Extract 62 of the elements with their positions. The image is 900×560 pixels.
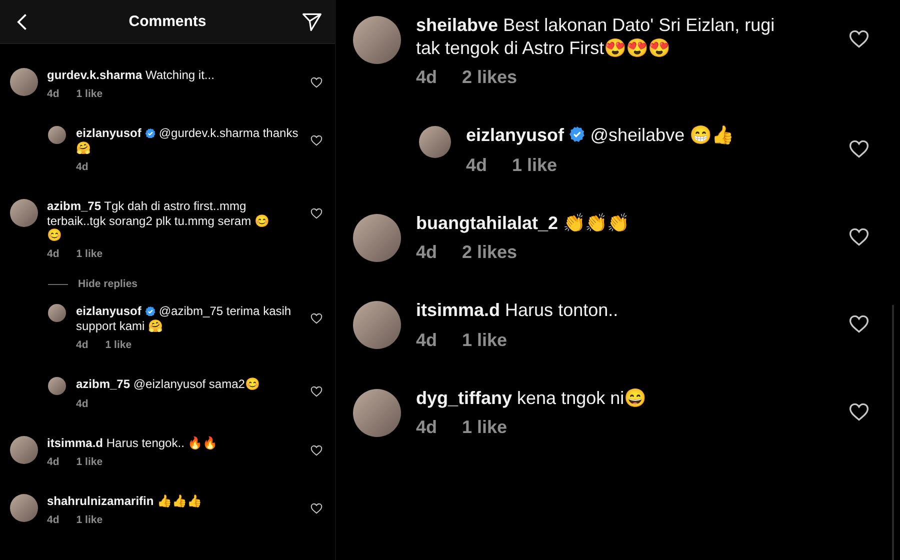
comment-text: dyg_tiffany kena tngok ni😄 [416, 386, 648, 409]
comment-text: azibm_75 @eizlanyusof sama2😊 [76, 377, 261, 392]
comment-text: azibm_75 Tgk dah di astro first..mmg terbaik..tgk sorang2 plk tu.mmg seram 😊😊 [47, 199, 270, 242]
like-count[interactable]: 1 like [462, 330, 508, 350]
comment-time: 4d [416, 330, 438, 350]
like-count[interactable]: 2 likes [462, 242, 518, 263]
heart-icon[interactable] [848, 226, 870, 248]
like-count[interactable]: 1 like [76, 248, 103, 260]
comment-text: buangtahilalat_2 👏👏👏 [416, 212, 630, 234]
comment-time: 4d [416, 417, 438, 438]
comment-text: eizlanyusof @azibm_75 terima kasih support kami 🤗 [76, 304, 292, 334]
comment-time: 4d [47, 456, 60, 468]
like-count[interactable]: 1 like [76, 88, 103, 100]
comment-text: eizlanyusof @sheilabve 😁👍 [466, 124, 735, 146]
like-count[interactable]: 1 like [76, 456, 103, 468]
comment-time: 4d [76, 161, 88, 174]
heart-icon[interactable] [310, 207, 323, 220]
comment-text: shahrulnizamarifin 👍👍👍 [47, 494, 204, 508]
heart-icon[interactable] [310, 385, 323, 398]
avatar[interactable] [353, 16, 401, 64]
send-icon[interactable] [300, 10, 323, 32]
like-count[interactable]: 1 like [512, 154, 558, 176]
comment-text: itsimma.d Harus tonton.. [416, 299, 620, 322]
heart-icon[interactable] [310, 134, 323, 148]
comment-time: 4d [76, 339, 88, 352]
heart-icon[interactable] [310, 502, 323, 515]
heart-icon[interactable] [310, 444, 323, 457]
avatar[interactable] [353, 301, 401, 349]
comment-time: 4d [416, 242, 438, 263]
avatar[interactable] [419, 126, 451, 158]
avatar[interactable] [48, 304, 66, 322]
avatar[interactable] [48, 377, 66, 396]
avatar[interactable] [353, 388, 401, 436]
avatar[interactable] [10, 436, 38, 464]
heart-icon[interactable] [848, 313, 870, 335]
like-count[interactable]: 1 like [76, 514, 103, 526]
like-count[interactable]: 1 like [105, 339, 132, 352]
heart-icon[interactable] [848, 138, 870, 160]
avatar[interactable] [353, 214, 401, 262]
heart-icon[interactable] [310, 76, 323, 89]
comment-time: 4d [47, 514, 60, 526]
hide-replies-link[interactable]: Hide replies [78, 278, 138, 290]
comment-time: 4d [416, 67, 438, 88]
comment-text: sheilabve Best lakonan Dato' Sri Eizlan, rugi tak tengok di Astro First😍😍😍 [416, 14, 776, 59]
comment-text: eizlanyusof @gurdev.k.sharma thanks 🤗 [76, 126, 300, 156]
comment-text: gurdev.k.sharma Watching it... [47, 68, 216, 82]
avatar[interactable] [10, 199, 38, 228]
scroll-bar[interactable] [892, 305, 894, 560]
like-count[interactable]: 1 like [462, 417, 508, 438]
avatar[interactable] [10, 494, 38, 522]
avatar[interactable] [48, 126, 66, 144]
comment-time: 4d [47, 88, 60, 100]
heart-icon[interactable] [848, 28, 870, 50]
avatar[interactable] [10, 68, 38, 96]
comment-time: 4d [76, 398, 88, 410]
comment-text: itsimma.d Harus tengok.. 🔥🔥 [47, 436, 219, 450]
heart-icon[interactable] [310, 312, 323, 326]
comment-time: 4d [47, 248, 60, 260]
comment-time: 4d [466, 154, 488, 176]
header-title: Comments [128, 13, 206, 30]
heart-icon[interactable] [848, 400, 870, 422]
like-count[interactable]: 2 likes [462, 67, 518, 88]
